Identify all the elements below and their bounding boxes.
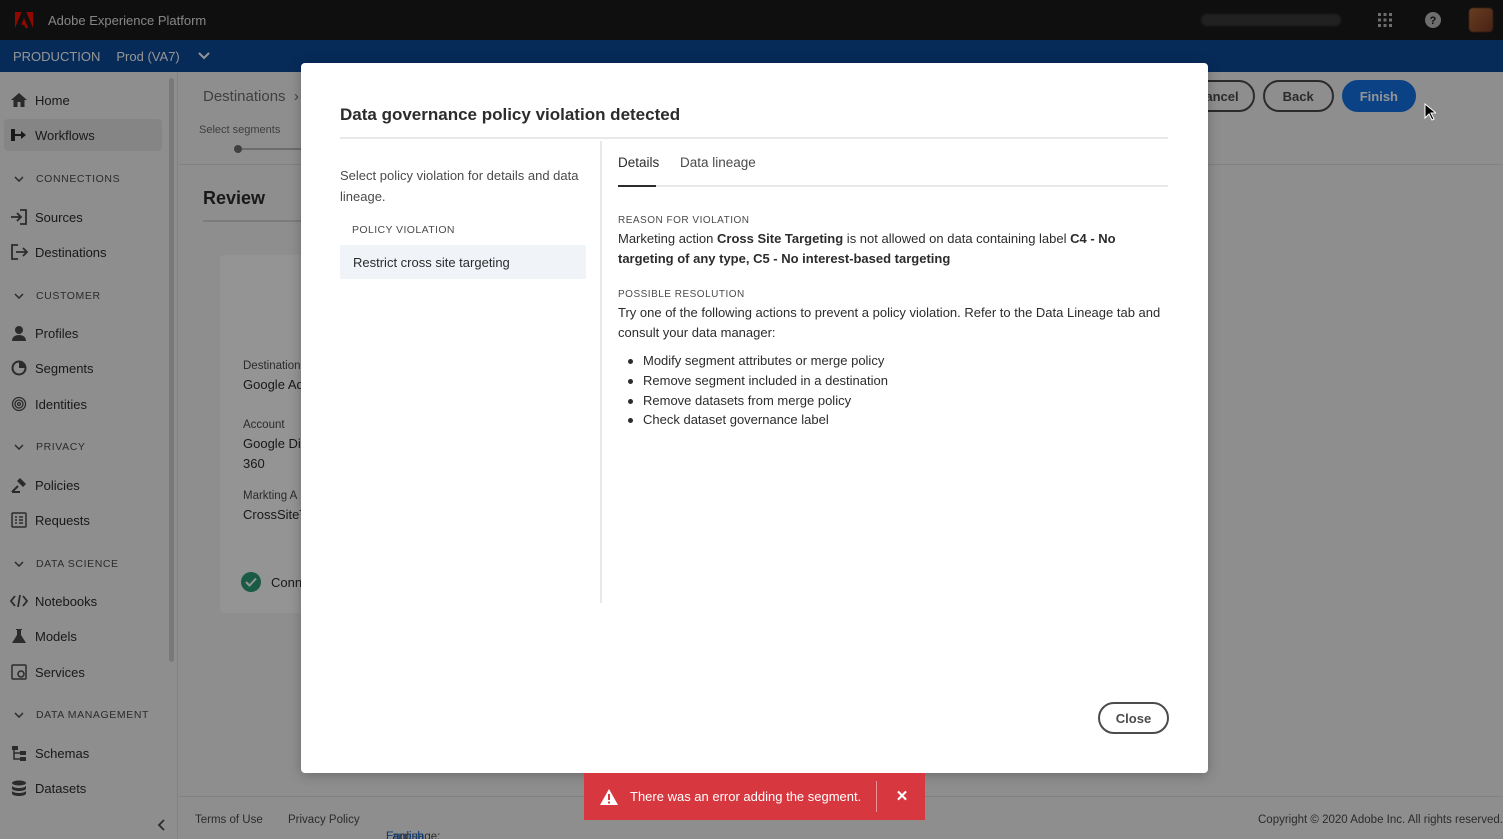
reason-heading: REASON FOR VIOLATION (618, 215, 750, 226)
mouse-cursor-icon (1424, 103, 1436, 121)
toast-message: There was an error adding the segment. (630, 789, 862, 804)
list-item: Remove segment included in a destination (618, 371, 1173, 391)
violation-list-pane: Select policy violation for details and … (340, 141, 602, 603)
divider (340, 137, 1168, 139)
dialog-intro: Select policy violation for details and … (340, 168, 579, 204)
resolution-list: Modify segment attributes or merge polic… (618, 351, 1173, 430)
tab-details[interactable]: Details (618, 155, 659, 187)
details-panel: REASON FOR VIOLATION Marketing action Cr… (618, 215, 1173, 430)
close-button[interactable]: Close (1098, 702, 1169, 734)
close-icon[interactable]: ✕ (893, 787, 911, 805)
tab-data-lineage[interactable]: Data lineage (680, 155, 756, 187)
error-toast: There was an error adding the segment. ✕ (584, 773, 925, 820)
dialog-title: Data governance policy violation detecte… (340, 105, 681, 124)
warning-icon (599, 787, 619, 807)
policy-violation-dialog: Data governance policy violation detecte… (301, 63, 1208, 773)
violation-item[interactable]: Restrict cross site targeting (340, 245, 586, 279)
list-item: Modify segment attributes or merge polic… (618, 351, 1173, 371)
reason-text: Marketing action Cross Site Targeting is… (618, 231, 1116, 266)
violation-heading: POLICY VIOLATION (352, 224, 455, 236)
list-item: Check dataset governance label (618, 410, 1173, 430)
list-item: Remove datasets from merge policy (618, 391, 1173, 411)
divider (876, 781, 877, 812)
resolution-text: Try one of the following actions to prev… (618, 305, 1161, 340)
resolution-heading: POSSIBLE RESOLUTION (618, 289, 745, 300)
tab-list: Details Data lineage (618, 141, 1168, 187)
tab-indicator (618, 185, 656, 187)
